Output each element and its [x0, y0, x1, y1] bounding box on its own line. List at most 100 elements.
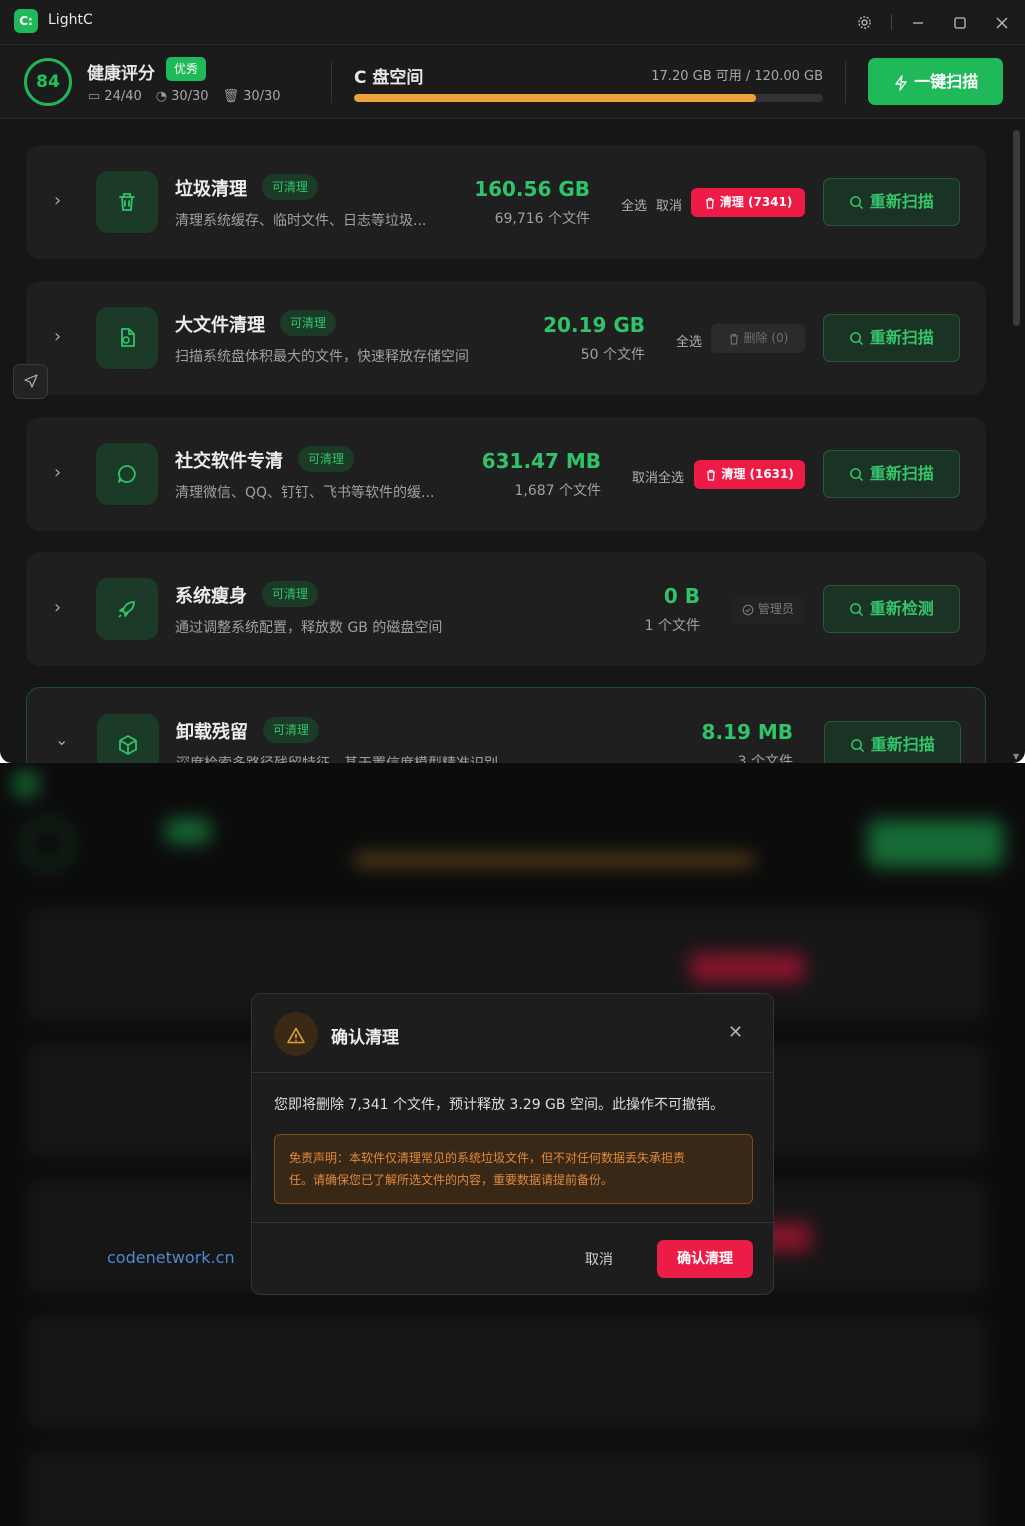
search-icon: [851, 739, 865, 753]
cancel-button[interactable]: 取消: [585, 1249, 613, 1269]
deselect-all-link[interactable]: 取消全选: [632, 467, 684, 486]
rescan-button[interactable]: 重新扫描: [824, 721, 961, 763]
select-all-link[interactable]: 全选: [676, 331, 702, 350]
minimize-icon[interactable]: [903, 8, 933, 36]
search-icon: [850, 196, 864, 210]
card-size: 20.19 GB: [543, 313, 645, 337]
card-description: 扫描系统盘体积最大的文件，快速释放存储空间: [175, 349, 469, 365]
lightning-icon: [895, 74, 907, 91]
card-junk-clean: › 垃圾清理 可清理 清理系统缓存、临时文件、日志等垃圾... 160.56 G…: [26, 145, 986, 259]
delete-button[interactable]: 删除 (0): [711, 324, 805, 353]
cleanable-badge: 可清理: [298, 446, 355, 472]
card-file-count: 69,716 个文件: [494, 211, 590, 227]
search-icon: [850, 468, 864, 482]
cancel-link[interactable]: 取消: [656, 195, 682, 214]
send-icon[interactable]: [13, 364, 48, 399]
card-size: 8.19 MB: [701, 720, 793, 744]
dialog-message: 您即将删除 7,341 个文件，预计释放 3.29 GB 空间。此操作不可撤销。: [274, 1097, 724, 1113]
clean-button[interactable]: 清理 (7341): [691, 188, 805, 217]
watermark: codenetwork.cn: [107, 1248, 235, 1267]
clean-button[interactable]: 清理 (1631): [694, 460, 805, 489]
package-icon: [97, 714, 159, 763]
cleanable-badge: 可清理: [262, 174, 319, 200]
card-large-files: › 大文件清理 可清理 扫描系统盘体积最大的文件，快速释放存储空间 20.19 …: [26, 281, 986, 395]
app-title: LightC: [48, 12, 93, 28]
confirm-clean-button[interactable]: 确认清理: [657, 1240, 753, 1278]
select-all-link[interactable]: 全选: [621, 195, 647, 214]
clean-button-label: 清理 (1631): [721, 467, 794, 481]
settings-icon[interactable]: [849, 8, 879, 36]
dialog-title: 确认清理: [331, 1028, 399, 1048]
scrollbar-thumb[interactable]: [1013, 130, 1020, 326]
rescan-button[interactable]: 重新扫描: [823, 450, 960, 498]
header-separator-2: [845, 61, 846, 103]
card-size: 160.56 GB: [474, 177, 590, 201]
card-title: 大文件清理: [175, 315, 265, 336]
status-header: 84 健康评分 优秀 ▭ 24/40 ◔ 30/30 🗑 30/30 C 盘空间 17…: [0, 44, 1025, 119]
blurred-badge: [166, 819, 210, 843]
health-badge: 优秀: [166, 57, 207, 81]
chevron-right-icon[interactable]: ›: [54, 326, 61, 347]
maximize-icon[interactable]: [945, 8, 975, 36]
title-bar: C: LightC: [0, 0, 1025, 44]
clean-button-label: 清理 (7341): [719, 195, 793, 209]
scan-button-label: 一键扫描: [914, 72, 979, 91]
dialog-header: 确认清理 ✕: [252, 994, 773, 1073]
card-title: 系统瘦身: [175, 586, 247, 607]
rescan-label: 重新扫描: [869, 328, 934, 347]
trash-icon: [705, 197, 714, 209]
rescan-label: 重新扫描: [870, 735, 935, 754]
card-size: 0 B: [663, 584, 700, 608]
app-window: C: LightC 84 健康评分 优秀 ▭ 24/40 ◔ 30/30 🗑 30/3…: [0, 0, 1025, 763]
blurred-ring: [24, 820, 72, 868]
card-file-count: 1 个文件: [644, 618, 700, 634]
chevron-right-icon[interactable]: ›: [54, 597, 61, 618]
card-social-apps: › 社交软件专清 可清理 清理微信、QQ、钉钉、飞书等软件的缓... 631.4…: [26, 417, 986, 531]
recheck-button[interactable]: 重新检测: [823, 585, 960, 633]
blurred-bar: [354, 856, 754, 864]
header-separator: [331, 61, 332, 103]
disclaimer-box: 免责声明：本软件仅清理常见的系统垃圾文件，但不对任何数据丢失承担责 任。请确保您…: [274, 1134, 753, 1204]
card-title: 卸载残留: [176, 722, 248, 743]
disk-info: 17.20 GB 可用 / 120.00 GB: [651, 69, 823, 84]
search-icon: [850, 332, 864, 346]
scroll-down-icon[interactable]: ▼: [1013, 752, 1019, 761]
close-icon[interactable]: [987, 8, 1017, 36]
chevron-right-icon[interactable]: ›: [54, 462, 61, 483]
cleanable-badge: 可清理: [280, 310, 337, 336]
card-file-count: 3 个文件: [737, 754, 793, 763]
cleanable-badge: 可清理: [263, 717, 320, 743]
rescan-label: 重新扫描: [869, 464, 934, 483]
disk-usage-fill: [354, 94, 756, 102]
one-click-scan-button[interactable]: 一键扫描: [868, 58, 1003, 105]
card-description: 深度检索多路径残留特征，基于置信度模型精准识别: [176, 753, 596, 763]
speed-icon: ◔: [155, 89, 168, 104]
delete-button-label: 删除 (0): [743, 331, 789, 345]
app-logo: C:: [14, 9, 38, 33]
disclaimer-line-1: 免责声明：本软件仅清理常见的系统垃圾文件，但不对任何数据丢失承担责: [289, 1151, 686, 1165]
chevron-down-icon[interactable]: ⌄: [55, 730, 68, 749]
card-description: 通过调整系统配置，释放数 GB 的磁盘空间: [175, 620, 443, 636]
rescan-button[interactable]: 重新扫描: [823, 314, 960, 362]
chevron-right-icon[interactable]: ›: [54, 190, 61, 211]
disk-title: C 盘空间: [354, 68, 424, 88]
close-icon[interactable]: ✕: [728, 1022, 743, 1043]
chat-icon: [96, 443, 158, 505]
trash-icon: [729, 333, 738, 345]
check-circle-icon: [742, 604, 754, 615]
card-title: 社交软件专清: [175, 451, 283, 472]
rescan-button[interactable]: 重新扫描: [823, 178, 960, 226]
card-uninstall-residue: ⌄ 卸载残留 可清理 深度检索多路径残留特征，基于置信度模型精准识别 8.19 …: [26, 687, 986, 763]
admin-label: 管理员: [757, 602, 794, 616]
health-stats: ▭ 24/40 ◔ 30/30 🗑 30/30: [88, 89, 281, 104]
trash-icon: 🗑: [222, 89, 240, 104]
disk-usage-bar: [354, 94, 823, 102]
blurred-scan: [868, 820, 1003, 867]
stat-disk: 24/40: [104, 89, 142, 104]
trash-icon: [96, 171, 158, 233]
card-title: 垃圾清理: [175, 179, 247, 200]
card-file-count: 50 个文件: [580, 347, 645, 363]
confirm-dialog: 确认清理 ✕ 您即将删除 7,341 个文件，预计释放 3.29 GB 空间。此…: [251, 993, 774, 1295]
rescan-label: 重新扫描: [869, 192, 934, 211]
stat-speed: 30/30: [171, 89, 209, 104]
